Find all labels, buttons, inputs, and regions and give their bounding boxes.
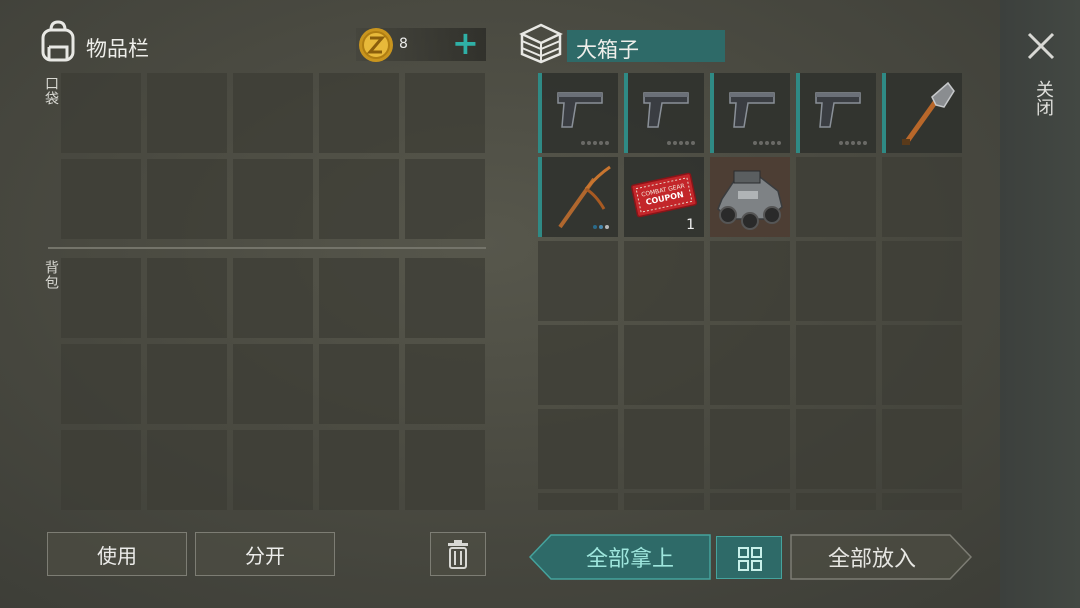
durability-dots <box>593 225 609 229</box>
container-slot[interactable] <box>538 325 618 405</box>
pocket-label: 口袋 <box>43 76 59 106</box>
pistol-icon <box>729 92 775 128</box>
container-slot[interactable] <box>796 325 876 405</box>
backpack-label: 背包 <box>43 260 59 290</box>
inventory-title: 物品栏 <box>86 37 149 61</box>
backpack-slot[interactable] <box>233 344 313 424</box>
container-slot[interactable] <box>882 241 962 321</box>
container-slot-pistol[interactable] <box>538 73 618 153</box>
take-all-button[interactable]: 全部拿上 <box>551 534 709 580</box>
container-slot[interactable] <box>796 493 876 510</box>
pocket-slot[interactable] <box>405 73 485 153</box>
container-slot[interactable] <box>538 241 618 321</box>
backpack-slot[interactable] <box>147 258 227 338</box>
container-slot[interactable] <box>624 409 704 489</box>
grid-icon <box>738 547 762 571</box>
put-all-button[interactable]: 全部放入 <box>792 534 952 580</box>
pocket-slot[interactable] <box>319 73 399 153</box>
item-rarity-bar <box>796 73 800 153</box>
container-slot[interactable] <box>882 493 962 510</box>
pocket-slot[interactable] <box>405 159 485 239</box>
container-slot[interactable] <box>882 409 962 489</box>
backpack-slot[interactable] <box>233 430 313 510</box>
container-slot[interactable] <box>710 325 790 405</box>
container-slot[interactable] <box>796 241 876 321</box>
trash-button[interactable] <box>430 532 486 576</box>
container-slot[interactable] <box>796 409 876 489</box>
container-slot[interactable] <box>710 493 790 510</box>
container-slot[interactable] <box>882 157 962 237</box>
container-slot-vehicle[interactable] <box>710 157 790 237</box>
backpack-slot[interactable] <box>61 430 141 510</box>
coin-icon <box>359 28 393 62</box>
sort-button[interactable] <box>716 536 782 579</box>
pocket-slot[interactable] <box>319 159 399 239</box>
coin-count: 8 <box>399 36 408 52</box>
container-slot[interactable] <box>538 409 618 489</box>
pocket-slot[interactable] <box>233 73 313 153</box>
close-label[interactable]: 关闭 <box>1030 80 1056 116</box>
backpack-slot[interactable] <box>405 344 485 424</box>
backpack-slot[interactable] <box>233 258 313 338</box>
shovel-icon <box>902 81 955 145</box>
pocket-slot[interactable] <box>147 159 227 239</box>
container-slot[interactable] <box>624 241 704 321</box>
container-title: 大箱子 <box>576 38 639 62</box>
item-rarity-bar <box>624 73 628 153</box>
container-slot[interactable] <box>710 241 790 321</box>
container-slot-pistol[interactable] <box>710 73 790 153</box>
container-slot-pistol[interactable] <box>796 73 876 153</box>
durability-dots <box>581 141 609 145</box>
backpack-slot[interactable] <box>61 344 141 424</box>
vehicle-icon <box>717 170 783 230</box>
durability-dots <box>753 141 781 145</box>
backpack-slot[interactable] <box>319 258 399 338</box>
backpack-slot[interactable] <box>405 258 485 338</box>
container-slot[interactable] <box>624 325 704 405</box>
container-slot[interactable] <box>796 157 876 237</box>
pistol-icon <box>815 92 861 128</box>
container-slot[interactable] <box>624 493 704 510</box>
pocket-slot[interactable] <box>233 159 313 239</box>
durability-dots <box>667 141 695 145</box>
backpack-slot[interactable] <box>147 344 227 424</box>
container-slot-coupon[interactable]: COMBAT GEAR COUPON 1 <box>624 157 704 237</box>
pocket-slot[interactable] <box>61 73 141 153</box>
item-rarity-bar <box>710 73 714 153</box>
container-slot-pickaxe[interactable] <box>538 157 618 237</box>
item-rarity-bar <box>538 73 542 153</box>
backpack-icon <box>41 20 75 62</box>
close-icon[interactable] <box>1026 31 1056 61</box>
pickaxe-icon <box>558 165 611 229</box>
pistol-icon <box>557 92 603 128</box>
durability-dots <box>839 141 867 145</box>
add-coins-button[interactable]: + <box>452 24 479 62</box>
backpack-slot[interactable] <box>147 430 227 510</box>
backpack-slot[interactable] <box>405 430 485 510</box>
container-slot[interactable] <box>710 409 790 489</box>
use-button[interactable]: 使用 <box>47 532 187 576</box>
pocket-slot[interactable] <box>147 73 227 153</box>
item-quantity: 1 <box>686 217 695 233</box>
pocket-slot[interactable] <box>61 159 141 239</box>
crate-icon <box>519 23 563 64</box>
item-rarity-bar <box>538 157 542 237</box>
backpack-slot[interactable] <box>61 258 141 338</box>
item-rarity-bar <box>882 73 886 153</box>
section-divider <box>48 247 486 249</box>
backpack-slot[interactable] <box>319 430 399 510</box>
container-slot[interactable] <box>882 325 962 405</box>
trash-icon <box>448 540 468 569</box>
coupon-icon: COMBAT GEAR COUPON <box>630 172 698 218</box>
container-slot-shovel[interactable] <box>882 73 962 153</box>
backpack-slot[interactable] <box>319 344 399 424</box>
pistol-icon <box>643 92 689 128</box>
container-slot[interactable] <box>538 493 618 510</box>
container-slot-pistol[interactable] <box>624 73 704 153</box>
split-button[interactable]: 分开 <box>195 532 335 576</box>
